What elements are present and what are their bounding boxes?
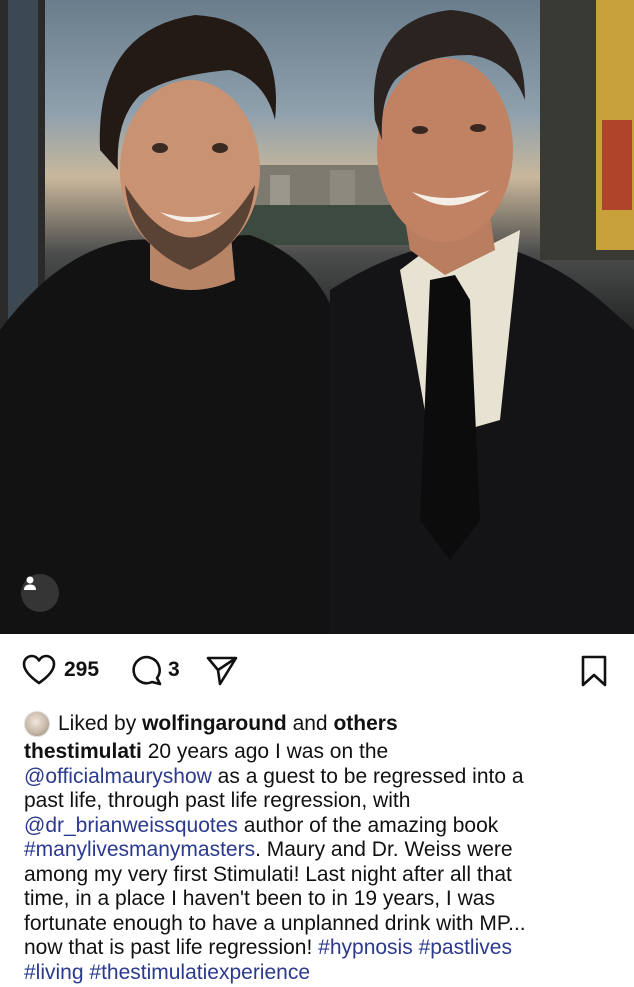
liked-by-conj: and bbox=[292, 712, 328, 735]
hashtag-link[interactable]: #living bbox=[24, 961, 84, 984]
caption-line: #manylivesmanymasters. Maury and Dr. Wei… bbox=[24, 838, 624, 863]
caption-text: author of the amazing book bbox=[237, 813, 499, 837]
caption-text: . Maury and Dr. Weiss were bbox=[255, 838, 513, 861]
liked-by-others-link[interactable]: others bbox=[333, 712, 397, 736]
caption-username-link[interactable]: thestimulati bbox=[24, 740, 142, 763]
caption-text: among my very first Stimulati! Last nigh… bbox=[24, 862, 512, 886]
caption-line: past life, through past life regression,… bbox=[24, 789, 624, 814]
like-button[interactable]: 295 bbox=[22, 654, 99, 686]
caption-text: time, in a place I haven't been to in 19… bbox=[24, 887, 495, 910]
caption-line: #living #thestimulatiexperience bbox=[24, 961, 624, 986]
post-photo[interactable] bbox=[0, 0, 634, 634]
comment-icon bbox=[132, 655, 162, 686]
caption-line: now that is past life regression! #hypno… bbox=[24, 936, 624, 961]
caption-text: 20 years ago I was on the bbox=[141, 740, 389, 763]
photo-illustration bbox=[0, 0, 634, 634]
comments-count: 3 bbox=[168, 658, 180, 681]
likes-count: 295 bbox=[64, 658, 100, 681]
mention-link[interactable]: @dr_brianweissquotes bbox=[24, 814, 238, 837]
caption-text: fortunate enough to have a unplanned dri… bbox=[24, 911, 526, 935]
caption-line: time, in a place I haven't been to in 19… bbox=[24, 887, 624, 912]
caption-line: thestimulati 20 years ago I was on the bbox=[24, 740, 624, 765]
liked-by-user-link[interactable]: wolfingaround bbox=[142, 712, 287, 736]
tag-people-button[interactable] bbox=[21, 574, 59, 612]
person-tag-icon bbox=[24, 576, 36, 590]
caption-text: now that is past life regression! bbox=[24, 936, 319, 959]
hashtag-link[interactable]: #manylivesmanymasters bbox=[24, 838, 255, 861]
caption-text: past life, through past life regression,… bbox=[24, 789, 411, 812]
send-icon bbox=[206, 656, 238, 686]
caption-line: among my very first Stimulati! Last nigh… bbox=[24, 863, 624, 888]
hashtag-link[interactable]: #pastlives bbox=[419, 936, 512, 959]
post-actions-bar: 295 3 bbox=[0, 646, 634, 696]
comment-button[interactable]: 3 bbox=[130, 654, 180, 686]
mention-link[interactable]: @officialmauryshow bbox=[24, 765, 212, 788]
heart-icon bbox=[22, 654, 56, 685]
liker-avatar[interactable] bbox=[24, 711, 50, 737]
hashtag-link[interactable]: #thestimulatiexperience bbox=[89, 961, 310, 984]
caption-line: fortunate enough to have a unplanned dri… bbox=[24, 912, 624, 937]
liked-by-row: Liked by wolfingaround and others bbox=[24, 711, 398, 737]
caption-text: as a guest to be regressed into a bbox=[211, 764, 524, 788]
caption-line: @officialmauryshow as a guest to be regr… bbox=[24, 765, 624, 790]
save-button[interactable] bbox=[580, 654, 608, 688]
share-button[interactable] bbox=[205, 654, 239, 686]
caption-line: @dr_brianweissquotes author of the amazi… bbox=[24, 814, 624, 839]
hashtag-link[interactable]: #hypnosis bbox=[318, 936, 413, 959]
liked-by-prefix: Liked by bbox=[58, 712, 137, 735]
post-caption: thestimulati 20 years ago I was on the @o… bbox=[24, 740, 624, 985]
bookmark-icon bbox=[581, 655, 607, 687]
